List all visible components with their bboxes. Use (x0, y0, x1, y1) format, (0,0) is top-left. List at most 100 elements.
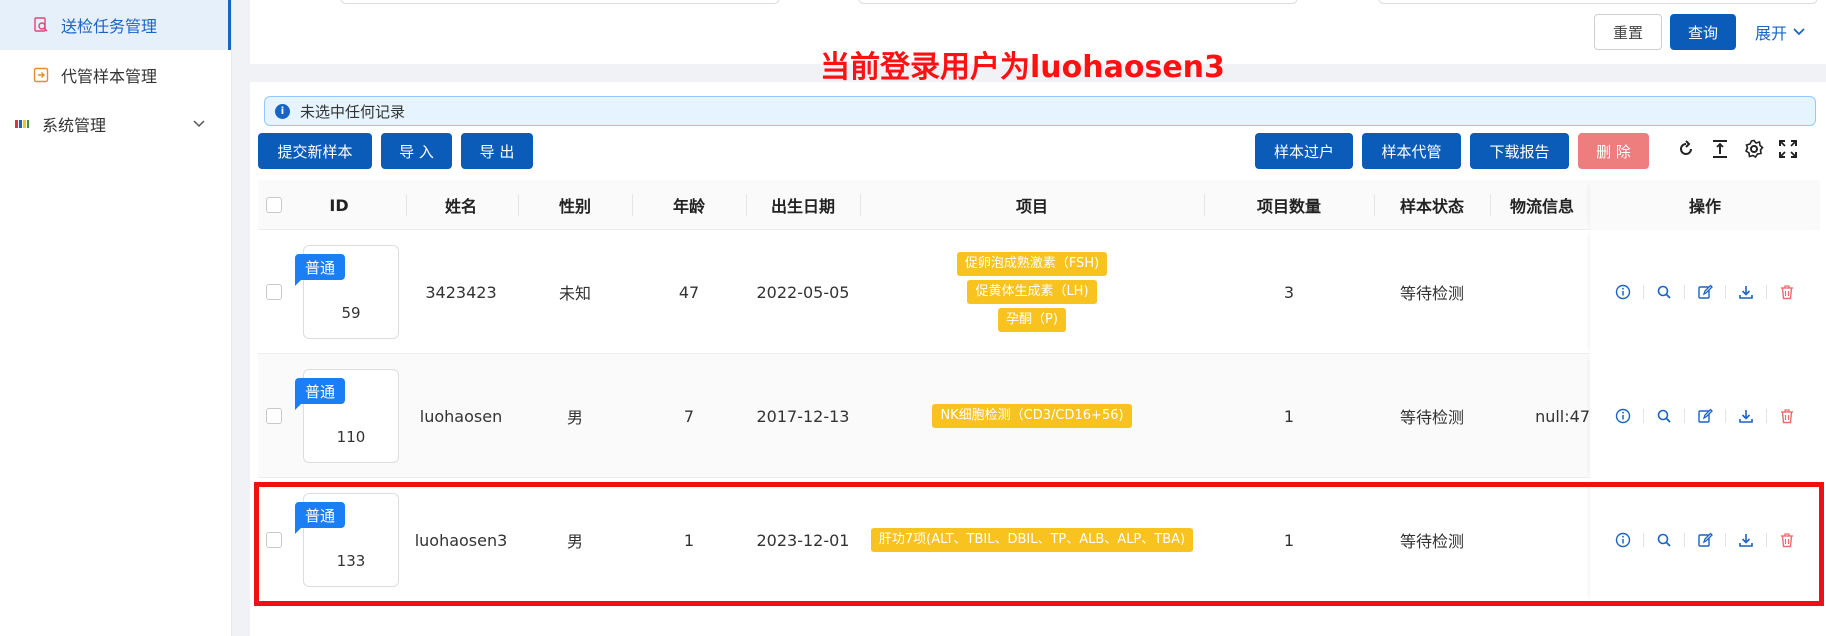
project-tag: 促卵泡成熟激素（FSH) (956, 252, 1108, 276)
sidebar: 送检任务管理 代管样本管理 系统管理 (0, 0, 232, 636)
column-height-icon[interactable] (1708, 137, 1732, 161)
info-icon: i (275, 103, 290, 119)
table-header: ID 姓名 性别 年龄 出生日期 项目 项目数量 样本状态 物流信息 操作 (258, 180, 1820, 230)
select-all-checkbox[interactable] (266, 197, 282, 213)
column-header-items: 项目 (1015, 197, 1048, 216)
id-card: 普通 133 (295, 493, 399, 587)
project-tag: 促黄体生成素（LH) (967, 280, 1097, 304)
table-row[interactable]: 普通 133 luohaosen3 男 1 2023-12-01 肝功7项(ALT、TBIL… (258, 478, 1820, 602)
fullscreen-icon[interactable] (1776, 137, 1800, 161)
name-cell: luohaosen3 (414, 530, 508, 550)
download-report-button[interactable]: 下载报告 (1470, 133, 1569, 169)
submit-sample-button[interactable]: 提交新样本 (258, 133, 372, 169)
type-badge: 普通 (295, 502, 345, 534)
download-icon[interactable] (1733, 530, 1759, 550)
chevron-down-icon (193, 120, 205, 128)
export-button[interactable]: 导 出 (461, 133, 533, 169)
item-count-cell: 3 (1283, 282, 1295, 302)
delete-icon[interactable] (1774, 406, 1800, 426)
sidebar-item-custody-samples[interactable]: 代管样本管理 (0, 50, 231, 100)
settings-gear-icon[interactable] (1742, 137, 1766, 161)
info-icon[interactable] (1610, 282, 1636, 302)
sample-custody-button[interactable]: 样本代管 (1362, 133, 1461, 169)
logistics-cell (1490, 230, 1590, 354)
edit-icon[interactable] (1692, 530, 1718, 550)
project-tag: 孕酮（P) (998, 308, 1066, 332)
delete-icon[interactable] (1774, 530, 1800, 550)
column-header-actions: 操作 (1590, 180, 1820, 230)
selection-alert: i 未选中任何记录 (264, 96, 1816, 126)
row-actions (1590, 354, 1820, 478)
sidebar-item-system[interactable]: 系统管理 (0, 99, 231, 149)
items-cell: 肝功7项(ALT、TBIL、DBIL、TP、ALB、ALP、TBA) (860, 478, 1204, 602)
column-header-item-count: 项目数量 (1256, 197, 1321, 216)
delete-icon[interactable] (1774, 282, 1800, 302)
item-count-cell: 1 (1283, 530, 1295, 550)
sidebar-item-label: 送检任务管理 (61, 17, 158, 36)
info-icon[interactable] (1610, 530, 1636, 550)
search-document-icon (33, 17, 49, 33)
column-header-gender: 性别 (558, 197, 591, 216)
sample-transfer-button[interactable]: 样本过户 (1255, 133, 1353, 169)
record-id: 110 (336, 428, 366, 446)
search-icon[interactable] (1651, 406, 1677, 426)
name-cell: luohaosen (419, 406, 503, 426)
sample-status-cell: 等待检测 (1399, 284, 1464, 303)
sample-status-cell: 等待检测 (1399, 532, 1464, 551)
edit-icon[interactable] (1692, 406, 1718, 426)
sidebar-item-inspection-tasks[interactable]: 送检任务管理 (0, 0, 231, 50)
table-row[interactable]: 普通 110 luohaosen 男 7 2017-12-13 NK细胞检测（CD3/CD1… (258, 354, 1820, 478)
logistics-cell (1490, 478, 1590, 602)
age-cell: 1 (683, 530, 695, 550)
item-count-cell: 1 (1283, 406, 1295, 426)
sidebar-item-label: 代管样本管理 (61, 67, 158, 86)
search-icon[interactable] (1651, 282, 1677, 302)
table-row[interactable]: 普通 59 3423423 未知 47 2022-05-05 促卵泡成熟激素（FSH) 促黄体… (258, 230, 1820, 354)
gender-cell: 男 (566, 532, 583, 551)
expand-link[interactable]: 展开 (1755, 20, 1805, 44)
search-icon[interactable] (1651, 530, 1677, 550)
reset-button[interactable]: 重置 (1594, 14, 1662, 50)
expand-label: 展开 (1755, 24, 1788, 43)
column-header-name: 姓名 (444, 197, 477, 216)
column-header-sample-status: 样本状态 (1399, 197, 1464, 216)
filter-input-2[interactable] (858, 0, 1298, 4)
sidebar-item-label: 系统管理 (42, 116, 107, 135)
birth-date-cell: 2023-12-01 (756, 530, 850, 550)
delete-button[interactable]: 删 除 (1578, 133, 1649, 169)
row-checkbox[interactable] (266, 284, 282, 300)
id-card: 普通 59 (295, 245, 399, 339)
query-button[interactable]: 查询 (1670, 14, 1736, 50)
import-box-icon (33, 67, 49, 83)
info-icon[interactable] (1610, 406, 1636, 426)
edit-icon[interactable] (1692, 282, 1718, 302)
row-checkbox[interactable] (266, 532, 282, 548)
name-cell: 3423423 (425, 282, 497, 302)
row-actions (1590, 230, 1820, 354)
import-button[interactable]: 导 入 (381, 133, 452, 169)
filter-input-1[interactable] (340, 0, 780, 4)
download-icon[interactable] (1733, 282, 1759, 302)
sample-status-cell: 等待检测 (1399, 408, 1464, 427)
record-id: 133 (336, 552, 366, 570)
age-cell: 47 (678, 282, 700, 302)
type-badge: 普通 (295, 378, 345, 410)
id-card: 普通 110 (295, 369, 399, 463)
project-tag: NK细胞检测（CD3/CD16+56) (932, 404, 1132, 428)
column-header-birth-date: 出生日期 (770, 197, 835, 216)
birth-date-cell: 2017-12-13 (756, 406, 850, 426)
column-header-id: ID (329, 195, 349, 215)
birth-date-cell: 2022-05-05 (756, 282, 850, 302)
download-icon[interactable] (1733, 406, 1759, 426)
alert-text: 未选中任何记录 (300, 102, 406, 121)
system-grid-icon (14, 116, 30, 132)
column-header-logistics: 物流信息 (1510, 197, 1575, 216)
refresh-icon[interactable] (1674, 137, 1698, 161)
items-cell: NK细胞检测（CD3/CD16+56) (860, 354, 1204, 478)
filter-input-3[interactable] (1378, 0, 1818, 4)
record-id: 59 (341, 304, 361, 322)
row-actions (1590, 478, 1820, 602)
items-cell: 促卵泡成熟激素（FSH) 促黄体生成素（LH) 孕酮（P) (860, 230, 1204, 354)
row-checkbox[interactable] (266, 408, 282, 424)
column-header-age: 年龄 (672, 197, 705, 216)
